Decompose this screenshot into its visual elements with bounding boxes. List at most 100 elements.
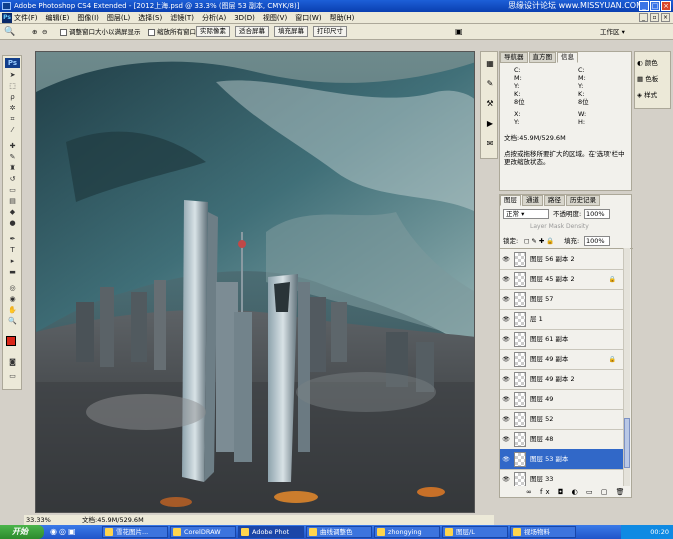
blur-tool-icon[interactable]: ◆ (6, 208, 19, 217)
screen-mode-icon[interactable]: ▭ (6, 372, 19, 381)
resize-windows-checkbox[interactable]: 调整窗口大小以满屏显示 (60, 27, 141, 37)
taskbar-item[interactable]: zhongying (374, 526, 440, 538)
lock-icons[interactable]: ◻✎✚🔒 (524, 236, 556, 246)
lasso-tool-icon[interactable]: ρ (6, 93, 19, 102)
menu-filter[interactable]: 滤镜(T) (170, 13, 194, 23)
layer-row[interactable]: 👁 图层 33 (500, 469, 624, 486)
maximize-button[interactable]: □ (650, 1, 660, 11)
tab-info[interactable]: 信息 (557, 52, 578, 63)
foreground-color-swatch[interactable] (6, 336, 16, 346)
menu-edit[interactable]: 编辑(E) (46, 13, 70, 23)
menu-3d[interactable]: 3D(D) (234, 14, 255, 22)
type-tool-icon[interactable]: T (6, 246, 19, 255)
close-button[interactable]: × (661, 1, 671, 11)
taskbar-item[interactable]: Adobe Phot (238, 526, 304, 538)
move-tool-icon[interactable]: ➤ (6, 71, 19, 80)
healing-brush-icon[interactable]: ✚ (6, 142, 19, 151)
layers-footer-icons[interactable]: ∞ fx ◘ ◐ ▭ ▢ 🗑 (526, 487, 628, 497)
zoom-out-icon[interactable]: ⊖ (42, 27, 47, 37)
quick-launch-icons[interactable]: ◉◎▣ (50, 527, 78, 536)
menu-select[interactable]: 选择(S) (138, 13, 162, 23)
visibility-eye-icon[interactable]: 👁 (502, 329, 510, 350)
fill-input[interactable]: 100% (584, 236, 610, 246)
visibility-eye-icon[interactable]: 👁 (502, 309, 510, 330)
start-button[interactable]: 开始 (0, 525, 44, 539)
layer-row[interactable]: 👁 图层 57 (500, 289, 624, 310)
taskbar-item[interactable]: 曲线调整色 (306, 526, 372, 538)
visibility-eye-icon[interactable]: 👁 (502, 429, 510, 450)
fill-screen-button[interactable]: 填充屏幕 (274, 26, 308, 37)
opacity-input[interactable]: 100% (584, 209, 610, 219)
tool-presets-icon[interactable]: ⚒ (484, 98, 496, 110)
brush-tool-icon[interactable]: ✎ (6, 153, 19, 162)
marquee-tool-icon[interactable]: ⬚ (6, 82, 19, 91)
zoom-in-icon[interactable]: ⊕ (32, 27, 37, 37)
layer-row[interactable]: 👁 图层 49 副本 2 (500, 369, 624, 390)
layers-scrollbar-thumb[interactable] (624, 418, 630, 468)
palette-well-icon[interactable]: ▣ (455, 27, 463, 37)
actions-panel-icon[interactable]: ▶ (484, 118, 496, 130)
menu-window[interactable]: 窗口(W) (295, 13, 321, 23)
dodge-tool-icon[interactable]: ● (6, 219, 19, 228)
zoom-tool-icon[interactable]: 🔍 (4, 27, 15, 37)
workspace-menu[interactable]: 工作区 ▾ (600, 27, 625, 37)
shape-tool-icon[interactable]: ▬ (6, 268, 19, 277)
tab-navigator[interactable]: 导航器 (500, 52, 528, 63)
taskbar-item[interactable]: 视场物料 (510, 526, 576, 538)
taskbar-item[interactable]: CorelDRAW (170, 526, 236, 538)
visibility-eye-icon[interactable]: 👁 (502, 449, 510, 470)
history-brush-icon[interactable]: ↺ (6, 175, 19, 184)
layer-row[interactable]: 👁 图层 53 副本 (500, 449, 624, 470)
taskbar-item[interactable]: 图层/L (442, 526, 508, 538)
notes-panel-icon[interactable]: ✉ (484, 138, 496, 150)
print-size-button[interactable]: 打印尺寸 (313, 26, 347, 37)
layer-row[interactable]: 👁 图层 61 副本 (500, 329, 624, 350)
color-panel-button[interactable]: ◐ 颜色 (637, 58, 658, 68)
layer-row[interactable]: 👁 图层 52 (500, 409, 624, 430)
pen-tool-icon[interactable]: ✒ (6, 235, 19, 244)
menu-view[interactable]: 视图(V) (263, 13, 287, 23)
quick-mask-icon[interactable]: ◙ (6, 358, 19, 367)
blend-mode-select[interactable]: 正常 ▾ (503, 209, 549, 219)
fit-screen-button[interactable]: 适合屏幕 (235, 26, 269, 37)
visibility-eye-icon[interactable]: 👁 (502, 289, 510, 310)
actual-pixels-button[interactable]: 实际像素 (196, 26, 230, 37)
layers-scrollbar[interactable] (623, 248, 630, 486)
visibility-eye-icon[interactable]: 👁 (502, 249, 510, 270)
document-canvas[interactable] (35, 51, 475, 513)
minimize-button[interactable]: _ (639, 1, 649, 11)
doc-minimize-button[interactable]: _ (639, 13, 648, 22)
layer-row[interactable]: 👁 图层 48 (500, 429, 624, 450)
eyedropper-icon[interactable]: ⁄ (6, 126, 19, 135)
tab-histogram[interactable]: 直方图 (528, 52, 556, 63)
doc-close-button[interactable]: × (661, 13, 670, 22)
zoom-level[interactable]: 33.33% (26, 515, 51, 525)
visibility-eye-icon[interactable]: 👁 (502, 269, 510, 290)
menu-layer[interactable]: 图层(L) (107, 13, 130, 23)
hand-tool-icon[interactable]: ✋ (6, 306, 19, 315)
visibility-eye-icon[interactable]: 👁 (502, 469, 510, 486)
layer-row[interactable]: 👁 层 1 (500, 309, 624, 330)
clone-stamp-icon[interactable]: ♜ (6, 164, 19, 173)
magic-wand-icon[interactable]: ✲ (6, 104, 19, 113)
gradient-tool-icon[interactable]: ▤ (6, 197, 19, 206)
menu-file[interactable]: 文件(F) (14, 13, 38, 23)
visibility-eye-icon[interactable]: 👁 (502, 389, 510, 410)
brushes-panel-icon[interactable]: ✎ (484, 78, 496, 90)
history-panel-icon[interactable]: ▦ (484, 58, 496, 70)
layer-row[interactable]: 👁 图层 49 副本 🔒 (500, 349, 624, 370)
styles-panel-button[interactable]: ◈ 样式 (637, 90, 657, 100)
taskbar-item[interactable]: 雪花图片... (102, 526, 168, 538)
visibility-eye-icon[interactable]: 👁 (502, 369, 510, 390)
swatches-panel-button[interactable]: ▦ 色板 (637, 74, 658, 84)
visibility-eye-icon[interactable]: 👁 (502, 409, 510, 430)
3d-camera-icon[interactable]: ◉ (6, 295, 19, 304)
zoom-tool-box-icon[interactable]: 🔍 (6, 317, 19, 326)
menu-help[interactable]: 帮助(H) (330, 13, 355, 23)
tab-history[interactable]: 历史记录 (566, 195, 600, 206)
visibility-eye-icon[interactable]: 👁 (502, 349, 510, 370)
eraser-tool-icon[interactable]: ▭ (6, 186, 19, 195)
layer-row[interactable]: 👁 图层 49 (500, 389, 624, 410)
crop-tool-icon[interactable]: ⌗ (6, 115, 19, 124)
tab-layers[interactable]: 图层 (500, 195, 521, 206)
